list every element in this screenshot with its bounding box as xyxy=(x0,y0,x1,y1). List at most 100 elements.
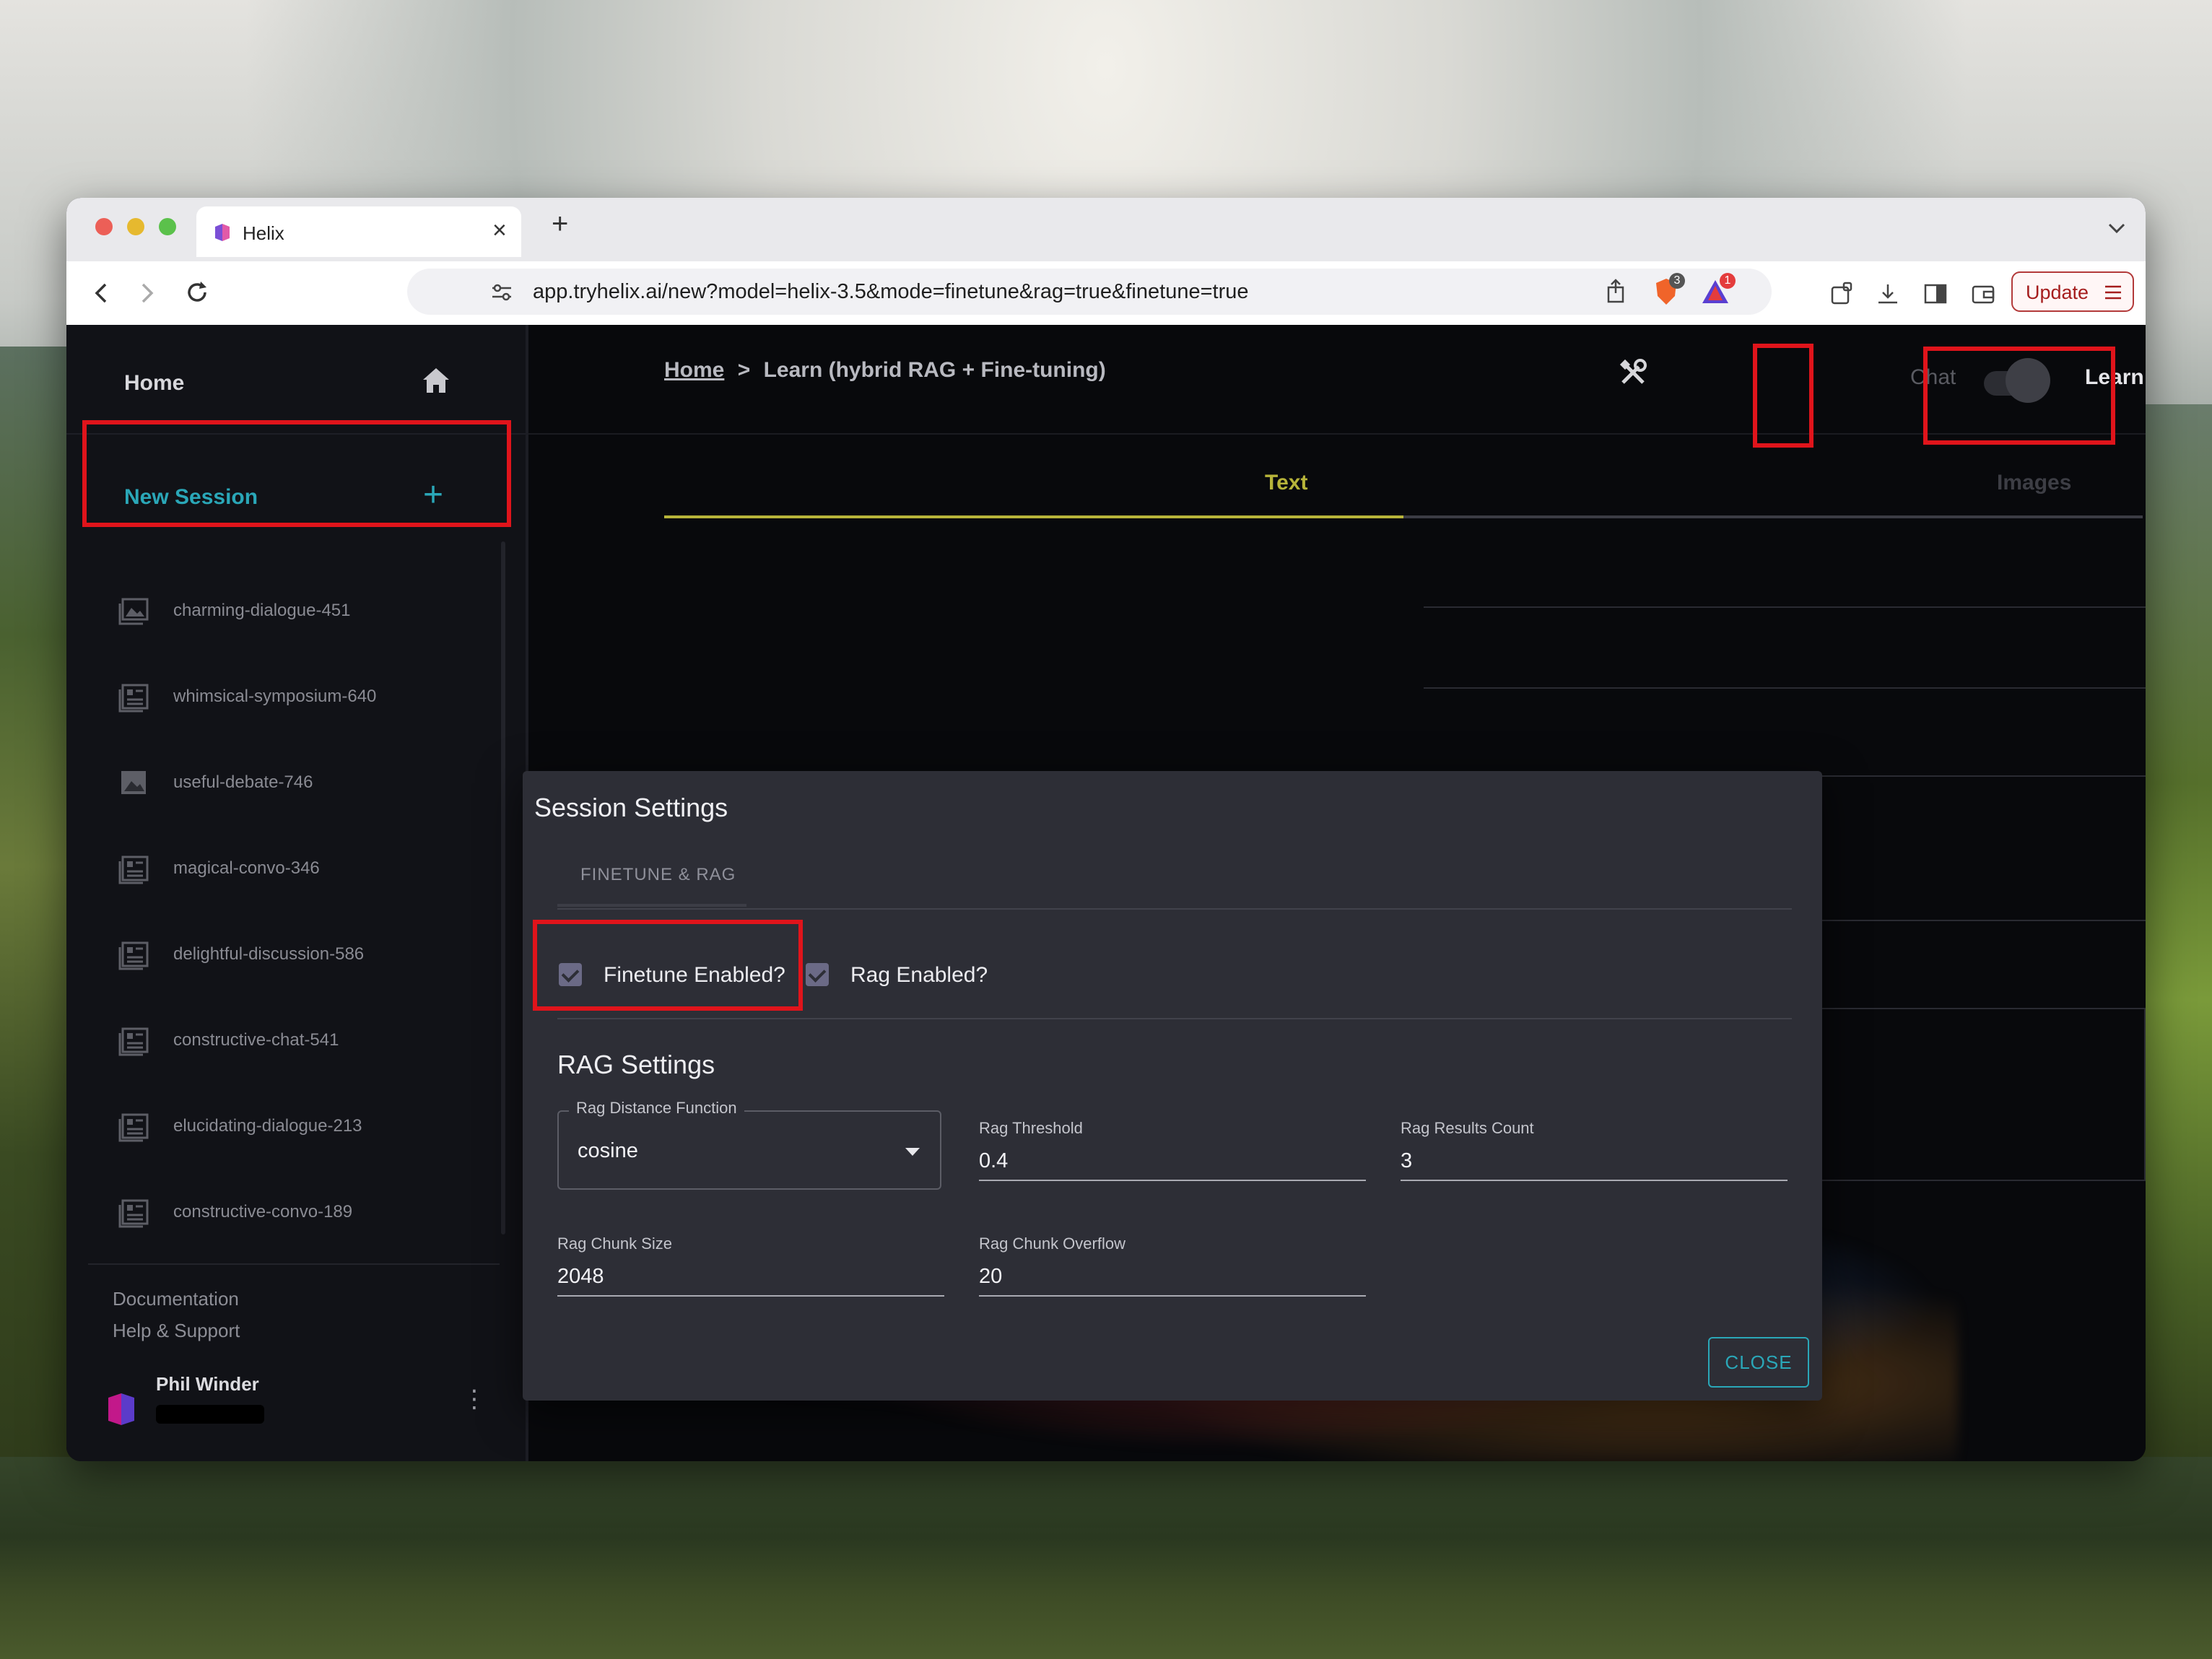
text-doc-icon xyxy=(118,1199,149,1228)
rag-distance-label: Rag Distance Function xyxy=(569,1099,744,1118)
text-doc-icon xyxy=(118,1027,149,1056)
tab-images[interactable]: Images xyxy=(1997,471,2071,495)
site-settings-icon[interactable] xyxy=(491,283,513,302)
session-item[interactable]: delightful-discussion-586 xyxy=(117,931,521,1017)
forward-icon[interactable] xyxy=(139,282,156,305)
hamburger-menu-icon xyxy=(2105,285,2121,300)
rag-chunk-size-underline xyxy=(557,1295,944,1297)
session-item[interactable]: useful-debate-746 xyxy=(117,759,521,845)
address-bar[interactable]: app.tryhelix.ai/new?model=helix-3.5&mode… xyxy=(407,269,1772,315)
download-icon[interactable] xyxy=(1876,282,1900,306)
extensions-icon[interactable] xyxy=(1829,282,1854,306)
rag-chunk-overflow-underline xyxy=(979,1295,1366,1297)
helix-favicon-icon xyxy=(215,224,230,241)
session-item[interactable]: constructive-chat-541 xyxy=(117,1017,521,1103)
session-item[interactable]: charming-dialogue-451 xyxy=(117,588,521,674)
session-settings-dialog: Session Settings FINETUNE & RAG Finetune… xyxy=(523,771,1822,1401)
annotation-finetune xyxy=(533,920,803,1011)
back-icon[interactable] xyxy=(92,282,110,305)
update-button[interactable]: Update xyxy=(2011,271,2134,312)
rag-distance-value[interactable]: cosine xyxy=(578,1139,638,1163)
user-name: Phil Winder xyxy=(156,1373,259,1395)
rag-chunk-overflow-input[interactable]: 20 xyxy=(979,1265,1002,1289)
background-hill-right xyxy=(2140,404,2212,1487)
update-label: Update xyxy=(2026,282,2089,303)
close-window-button[interactable] xyxy=(95,218,113,235)
annotation-tools xyxy=(1753,344,1813,448)
session-label: magical-convo-346 xyxy=(173,858,320,878)
sidebar-scrollbar[interactable] xyxy=(501,541,505,1235)
rag-results-underline xyxy=(1401,1180,1788,1181)
home-icon[interactable] xyxy=(420,365,452,397)
session-item[interactable]: magical-convo-346 xyxy=(117,845,521,931)
close-button[interactable]: CLOSE xyxy=(1708,1337,1809,1388)
session-item[interactable]: whimsical-symposium-640 xyxy=(117,674,521,759)
header-divider xyxy=(528,433,2146,435)
breadcrumb-home-link[interactable]: Home xyxy=(664,358,724,382)
documentation-link[interactable]: Documentation xyxy=(113,1288,239,1310)
session-label: constructive-chat-541 xyxy=(173,1030,339,1050)
session-label: whimsical-symposium-640 xyxy=(173,687,377,706)
image-stack-icon xyxy=(118,598,149,625)
background-input-box xyxy=(1424,606,2146,689)
url-text[interactable]: app.tryhelix.ai/new?model=helix-3.5&mode… xyxy=(533,280,1248,304)
image-icon xyxy=(121,771,146,794)
alert-badge: 1 xyxy=(1720,273,1736,289)
brave-badge: 3 xyxy=(1669,273,1685,289)
browser-titlebar: Helix × + xyxy=(66,198,2146,261)
session-label: constructive-convo-189 xyxy=(173,1202,353,1222)
rag-results-label: Rag Results Count xyxy=(1401,1119,1534,1137)
share-icon[interactable] xyxy=(1606,279,1626,303)
session-item[interactable]: constructive-convo-189 xyxy=(117,1189,521,1275)
breadcrumb-current: Learn (hybrid RAG + Fine-tuning) xyxy=(763,358,1106,382)
text-doc-icon xyxy=(118,1113,149,1142)
browser-toolbar: app.tryhelix.ai/new?model=helix-3.5&mode… xyxy=(66,261,2146,326)
sidebar-toggle-icon[interactable] xyxy=(1923,282,1948,306)
annotation-learn-toggle xyxy=(1923,347,2115,445)
rag-chunk-overflow-label: Rag Chunk Overflow xyxy=(979,1235,1125,1253)
wallet-icon[interactable] xyxy=(1971,282,1995,306)
rag-checkbox[interactable] xyxy=(806,963,829,986)
tab-close-icon[interactable]: × xyxy=(492,217,507,245)
text-doc-icon xyxy=(118,855,149,884)
session-label: useful-debate-746 xyxy=(173,772,313,792)
tab-title: Helix xyxy=(243,222,284,244)
dropdown-arrow-icon[interactable] xyxy=(905,1148,920,1156)
rag-threshold-input[interactable]: 0.4 xyxy=(979,1149,1008,1173)
rag-chunk-size-input[interactable]: 2048 xyxy=(557,1265,604,1289)
avatar xyxy=(108,1393,134,1425)
session-label: delightful-discussion-586 xyxy=(173,944,365,964)
rag-threshold-label: Rag Threshold xyxy=(979,1119,1083,1137)
text-doc-icon xyxy=(118,941,149,970)
background-trees xyxy=(0,1457,2212,1659)
browser-tab[interactable]: Helix × xyxy=(196,206,521,257)
text-doc-icon xyxy=(118,684,149,713)
browser-window: Helix × + app.tryhelix.ai/new?model=heli… xyxy=(66,198,2146,1461)
sidebar-footer-divider xyxy=(88,1263,500,1265)
user-email-redacted xyxy=(156,1405,264,1424)
rag-threshold-underline xyxy=(979,1180,1366,1181)
session-list: charming-dialogue-451 whimsical-symposiu… xyxy=(117,588,521,1275)
chevron-down-icon[interactable] xyxy=(2107,221,2127,235)
tab-text-indicator xyxy=(664,515,1403,518)
tab-text[interactable]: Text xyxy=(1265,471,1307,495)
annotation-new-session xyxy=(82,420,511,527)
sidebar-home-link[interactable]: Home xyxy=(124,371,184,396)
rag-label[interactable]: Rag Enabled? xyxy=(850,963,988,988)
session-label: elucidating-dialogue-213 xyxy=(173,1116,362,1136)
tab-finetune-rag[interactable]: FINETUNE & RAG xyxy=(580,865,736,885)
rag-chunk-size-label: Rag Chunk Size xyxy=(557,1235,672,1253)
rag-results-input[interactable]: 3 xyxy=(1401,1149,1412,1173)
help-support-link[interactable]: Help & Support xyxy=(113,1320,240,1342)
new-tab-button[interactable]: + xyxy=(552,208,568,240)
session-label: charming-dialogue-451 xyxy=(173,601,351,620)
user-menu-icon[interactable]: ⋮ xyxy=(462,1385,487,1414)
dialog-divider xyxy=(557,1018,1792,1019)
tools-icon[interactable] xyxy=(1617,357,1649,388)
dialog-title: Session Settings xyxy=(534,793,728,822)
minimize-window-button[interactable] xyxy=(127,218,144,235)
reload-icon[interactable] xyxy=(185,280,209,305)
dialog-divider xyxy=(557,908,1792,910)
session-item[interactable]: elucidating-dialogue-213 xyxy=(117,1103,521,1189)
maximize-window-button[interactable] xyxy=(159,218,176,235)
